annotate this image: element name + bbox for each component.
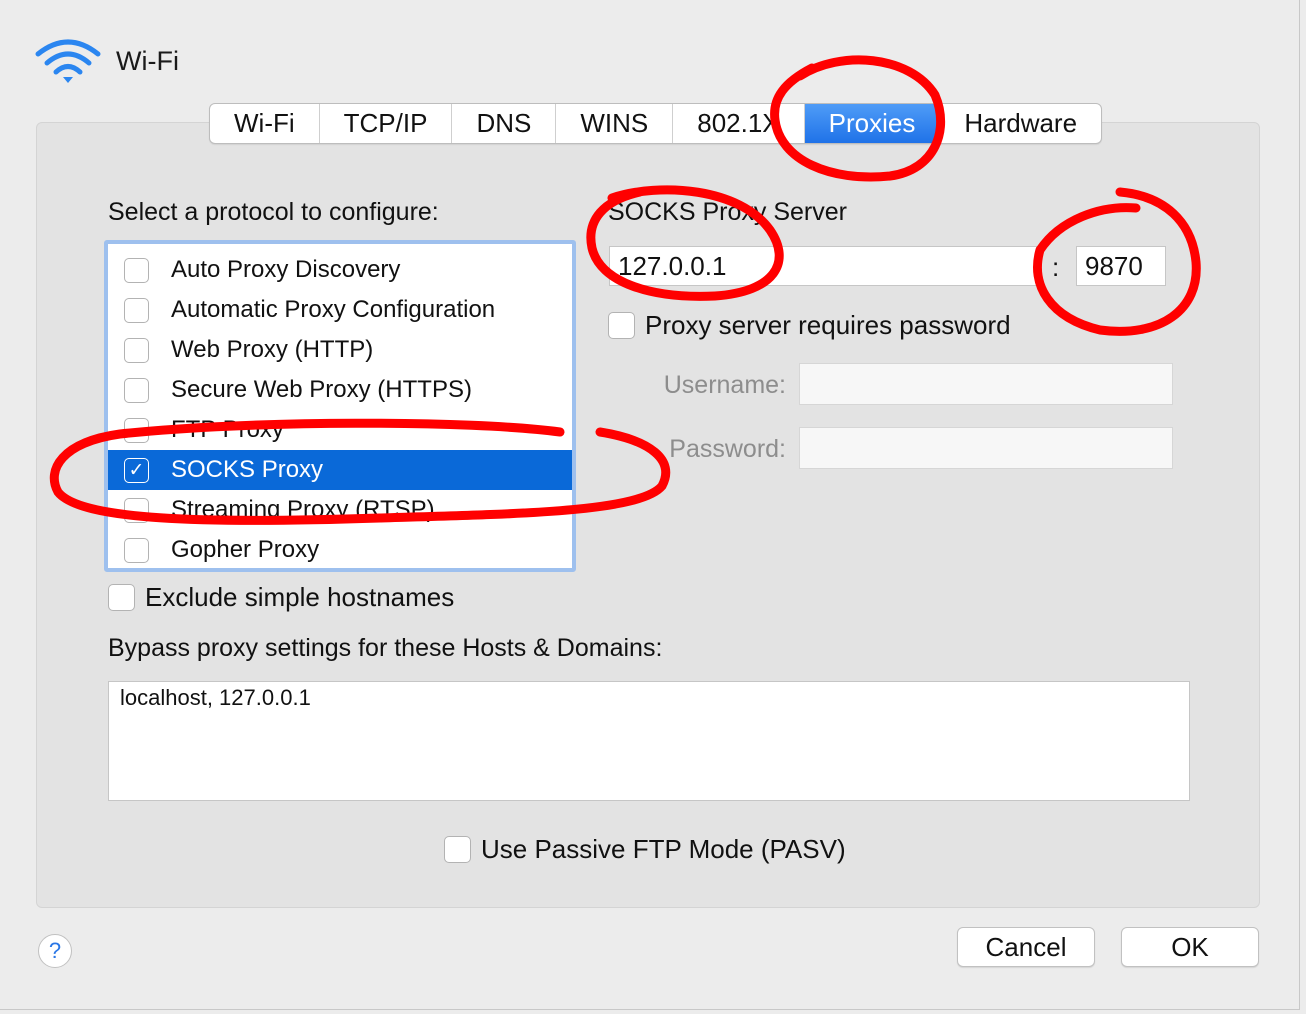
exclude-simple-hostnames-label: Exclude simple hostnames [145, 582, 455, 612]
cancel-button[interactable]: Cancel [957, 927, 1095, 967]
protocol-label: FTP Proxy [171, 416, 284, 443]
tab-wins[interactable]: WINS [556, 104, 674, 143]
protocol-label: SOCKS Proxy [171, 456, 324, 483]
tab-proxies[interactable]: Proxies [804, 104, 941, 143]
window-header: Wi-Fi [34, 36, 179, 86]
checkbox[interactable] [108, 584, 135, 611]
protocol-item-ftp-proxy[interactable]: FTP Proxy [108, 410, 572, 450]
checkbox-checked[interactable]: ✓ [124, 457, 149, 483]
passive-ftp-option[interactable]: Use Passive FTP Mode (PASV) [444, 834, 846, 865]
protocol-item-auto-proxy-discovery[interactable]: Auto Proxy Discovery [108, 250, 572, 290]
checkbox[interactable] [124, 337, 149, 363]
username-label: Username: [663, 371, 786, 399]
wifi-icon [35, 39, 101, 83]
protocol-label: Automatic Proxy Configuration [171, 296, 496, 323]
protocol-item-streaming-proxy-rtsp[interactable]: Streaming Proxy (RTSP) [108, 490, 572, 530]
protocol-item-automatic-proxy-configuration[interactable]: Automatic Proxy Configuration [108, 290, 572, 330]
host-port-separator: : [1052, 252, 1060, 282]
protocol-label: Streaming Proxy (RTSP) [171, 496, 435, 523]
checkbox[interactable] [124, 257, 149, 283]
protocol-label: Gopher Proxy [171, 536, 320, 563]
passive-ftp-label: Use Passive FTP Mode (PASV) [481, 834, 846, 864]
protocol-list[interactable]: Auto Proxy Discovery Automatic Proxy Con… [104, 240, 576, 572]
protocol-label: Secure Web Proxy (HTTPS) [171, 376, 472, 403]
protocol-item-socks-proxy[interactable]: ✓ SOCKS Proxy [108, 450, 572, 490]
password-field[interactable] [799, 427, 1173, 469]
proxy-server-heading: SOCKS Proxy Server [608, 198, 847, 226]
bypass-heading: Bypass proxy settings for these Hosts & … [108, 634, 663, 662]
proxy-port-input[interactable] [1076, 246, 1166, 286]
requires-password-label: Proxy server requires password [645, 310, 1011, 340]
checkbox[interactable] [444, 836, 471, 863]
help-button[interactable]: ? [38, 934, 72, 968]
protocol-item-secure-web-proxy-https[interactable]: Secure Web Proxy (HTTPS) [108, 370, 572, 410]
checkbox[interactable] [124, 537, 149, 563]
ok-button[interactable]: OK [1121, 927, 1259, 967]
tab-wifi[interactable]: Wi-Fi [210, 104, 320, 143]
checkbox[interactable] [124, 497, 149, 523]
bypass-hosts-textarea[interactable]: localhost, 127.0.0.1 [108, 681, 1190, 801]
checkbox[interactable] [124, 377, 149, 403]
tab-bar: Wi-Fi TCP/IP DNS WINS 802.1X Proxies Har… [209, 103, 1103, 144]
tab-dns[interactable]: DNS [452, 104, 557, 143]
checkbox[interactable] [124, 297, 149, 323]
protocol-list-heading: Select a protocol to configure: [108, 198, 439, 226]
tab-tcpip[interactable]: TCP/IP [320, 104, 453, 143]
protocol-item-gopher-proxy[interactable]: Gopher Proxy [108, 530, 572, 568]
protocol-label: Web Proxy (HTTP) [171, 336, 374, 363]
tab-hardware[interactable]: Hardware [940, 104, 1101, 143]
proxy-host-input[interactable] [609, 246, 1037, 286]
exclude-simple-hostnames-option[interactable]: Exclude simple hostnames [108, 582, 454, 613]
checkbox[interactable] [124, 417, 149, 443]
requires-password-option[interactable]: Proxy server requires password [608, 310, 1011, 341]
protocol-label: Auto Proxy Discovery [171, 256, 401, 283]
username-field[interactable] [799, 363, 1173, 405]
tab-8021x[interactable]: 802.1X [673, 104, 805, 143]
password-label: Password: [669, 435, 786, 463]
checkbox[interactable] [608, 312, 635, 339]
network-settings-window: Wi-Fi Wi-Fi TCP/IP DNS WINS 802.1X Proxi… [0, 0, 1300, 1010]
protocol-item-web-proxy-http[interactable]: Web Proxy (HTTP) [108, 330, 572, 370]
window-title: Wi-Fi [116, 45, 179, 76]
